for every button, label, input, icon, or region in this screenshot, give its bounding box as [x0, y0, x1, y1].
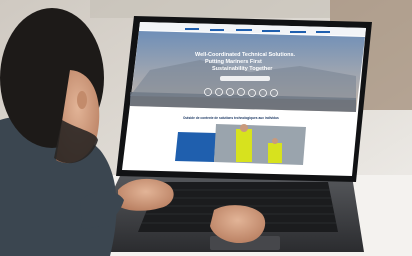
person-ear — [77, 91, 87, 109]
worker-1-head — [240, 124, 248, 132]
hero-headline-line1: Well-Coordinated Technical Solutions. — [195, 52, 295, 58]
website-workers-photo — [214, 124, 306, 165]
hero-search-bar — [220, 76, 270, 81]
background-band — [90, 0, 330, 18]
website-blue-card — [175, 132, 216, 162]
worker-2-head — [272, 138, 278, 144]
hero-headline-line3: Sustainability Together — [212, 66, 273, 72]
photo-scene: Well-Coordinated Technical Solutions. Pu… — [0, 0, 412, 256]
worker-1-hivis-jacket — [236, 129, 252, 162]
laptop-screen: Well-Coordinated Technical Solutions. Pu… — [122, 22, 366, 176]
worker-2-hivis-jacket — [268, 143, 282, 163]
person-left-hand — [118, 178, 174, 211]
hero-headline-line2: Putting Mariners First — [205, 59, 262, 65]
website-section-heading: Outside de contexte de solutions technol… — [183, 116, 279, 120]
